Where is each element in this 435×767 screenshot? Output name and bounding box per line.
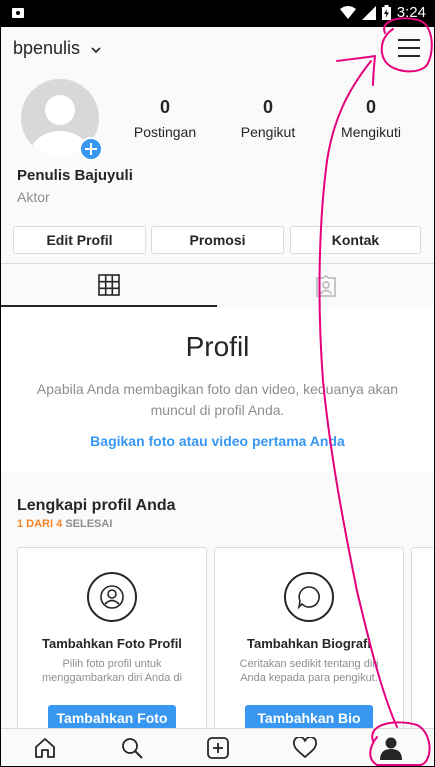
tagged-photos-icon xyxy=(316,274,336,297)
nav-search[interactable] xyxy=(117,735,147,761)
add-profile-photo-card: Tambahkan Foto Profil Pilih foto profil … xyxy=(17,547,207,739)
add-bio-card: Tambahkan Biografi Ceritakan sedikit ten… xyxy=(214,547,404,739)
stat-posts[interactable]: 0 Postingan xyxy=(120,97,210,140)
nav-new-post[interactable] xyxy=(203,735,233,761)
progress-rest: SELESAI xyxy=(65,518,113,530)
bio-category: Aktor xyxy=(17,189,50,205)
posts-label: Postingan xyxy=(133,124,197,140)
add-post-icon xyxy=(207,737,229,759)
next-card-peek xyxy=(411,547,434,739)
followers-count: 0 xyxy=(262,97,273,117)
bio-circle xyxy=(284,572,334,622)
edit-profile-button[interactable]: Edit Profil xyxy=(13,226,146,254)
home-icon xyxy=(35,738,55,758)
battery-icon xyxy=(381,5,391,20)
following-count: 0 xyxy=(365,97,376,117)
profile-photo-circle xyxy=(87,572,137,622)
clock: 3:24 xyxy=(396,4,426,21)
speech-bubble-icon xyxy=(297,586,320,610)
app-screen: 3:24 bpenulis 0 Postingan 0 Pengikut 0 M… xyxy=(0,0,435,767)
profile-actions: Edit Profil Promosi Kontak xyxy=(13,226,421,254)
full-name: Penulis Bajuyuli xyxy=(17,167,133,184)
card-description: Ceritakan sedikit tentang diri Anda kepa… xyxy=(239,658,379,684)
empty-posts-panel: Profil Apabila Anda membagikan foto dan … xyxy=(1,307,434,472)
empty-description: Apabila Anda membagikan foto dan video, … xyxy=(36,381,399,418)
menu-icon[interactable] xyxy=(397,37,421,59)
share-first-post-link[interactable]: Bagikan foto atau video pertama Anda xyxy=(1,433,434,449)
nav-activity[interactable] xyxy=(290,735,320,761)
search-icon xyxy=(122,738,143,759)
posts-count: 0 xyxy=(159,97,170,117)
content-tabs xyxy=(1,263,434,309)
profile-header: bpenulis xyxy=(1,27,434,71)
nav-home[interactable] xyxy=(30,735,60,761)
stat-followers[interactable]: 0 Pengikut xyxy=(223,97,313,140)
profile-section: 0 Postingan 0 Pengikut 0 Mengikuti Penul… xyxy=(1,79,434,219)
promote-button[interactable]: Promosi xyxy=(151,226,284,254)
nav-profile[interactable] xyxy=(376,735,406,761)
grid-icon xyxy=(98,273,120,296)
user-circle-icon xyxy=(100,585,124,609)
heart-icon xyxy=(293,737,317,759)
completion-progress: 1 DARI 4 SELESAI xyxy=(17,518,112,530)
tab-grid[interactable] xyxy=(1,264,217,307)
tab-tagged[interactable] xyxy=(218,264,434,307)
notification-icon xyxy=(12,8,24,18)
followers-label: Pengikut xyxy=(240,124,296,140)
card-title: Tambahkan Foto Profil xyxy=(42,636,182,651)
profile-icon xyxy=(380,737,402,760)
contact-button[interactable]: Kontak xyxy=(290,226,421,254)
following-label: Mengikuti xyxy=(341,124,401,140)
stat-following[interactable]: 0 Mengikuti xyxy=(326,97,416,140)
username-switcher[interactable]: bpenulis xyxy=(13,38,80,59)
plus-icon xyxy=(85,143,97,155)
progress-done: 1 DARI 4 xyxy=(17,518,63,530)
wifi-icon xyxy=(339,5,356,19)
chevron-down-icon[interactable] xyxy=(91,45,101,55)
card-title: Tambahkan Biografi xyxy=(246,636,371,651)
complete-profile-section: Lengkapi profil Anda 1 DARI 4 SELESAI Ta… xyxy=(1,471,434,739)
signal-icon xyxy=(361,5,376,20)
status-bar: 3:24 xyxy=(1,1,434,27)
empty-title: Profil xyxy=(185,331,250,362)
complete-profile-title: Lengkapi profil Anda xyxy=(17,497,176,514)
bottom-navigation xyxy=(1,728,434,766)
add-photo-button[interactable] xyxy=(79,137,103,161)
card-description: Pilih foto profil untuk menggambarkan di… xyxy=(41,658,183,684)
